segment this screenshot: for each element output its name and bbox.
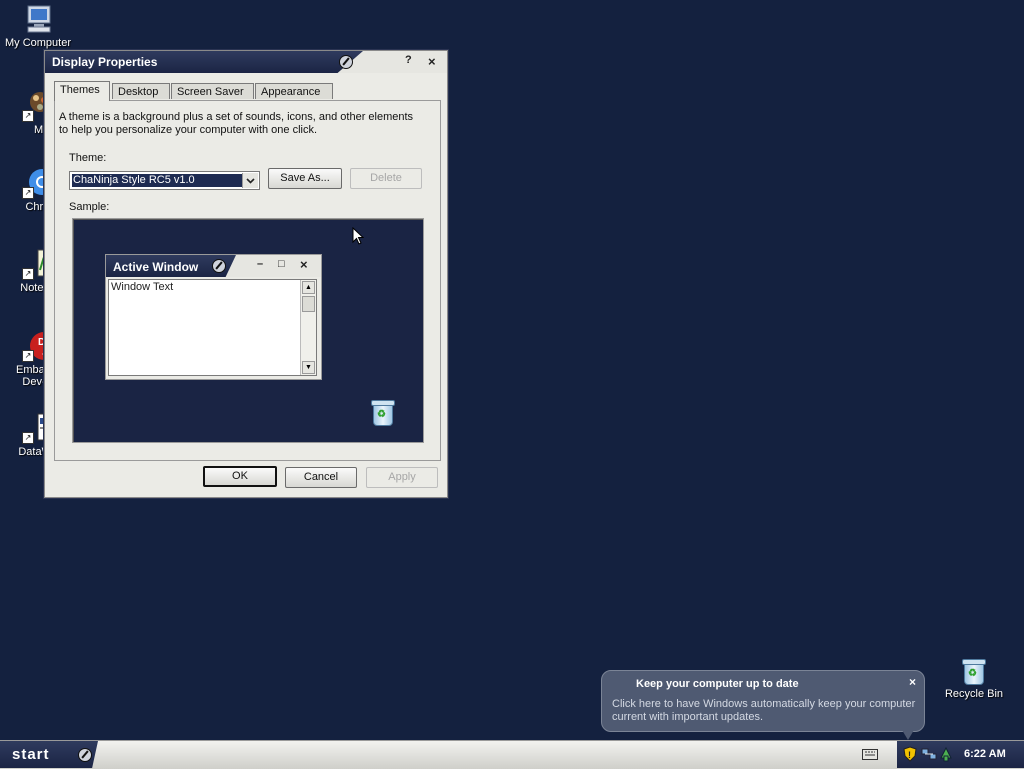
- start-label: start: [12, 746, 50, 763]
- balloon-title: Keep your computer up to date: [636, 678, 799, 690]
- apply-button[interactable]: Apply: [366, 467, 438, 488]
- sample-window-text: Window Text: [111, 281, 174, 293]
- svg-text:!: !: [908, 750, 911, 760]
- minimize-icon: –: [257, 258, 264, 270]
- delete-button[interactable]: Delete: [350, 168, 422, 189]
- theme-select-value: ChaNinja Style RC5 v1.0: [72, 174, 242, 187]
- sample-window-client: Window Text ▲ ▼: [108, 279, 317, 376]
- tab-desktop[interactable]: Desktop: [112, 83, 170, 99]
- update-notification-balloon[interactable]: Keep your computer up to date × Click he…: [601, 670, 925, 740]
- scroll-thumb: [302, 296, 315, 312]
- clock[interactable]: 6:22 AM: [964, 748, 1006, 760]
- maximize-icon: □: [278, 258, 285, 270]
- sample-scrollbar: ▲ ▼: [300, 280, 316, 375]
- start-button[interactable]: start: [0, 741, 98, 768]
- shortcut-arrow-icon: ↗: [22, 350, 34, 362]
- tab-themes[interactable]: Themes: [54, 81, 110, 101]
- update-icon[interactable]: [939, 746, 953, 765]
- theme-description: A theme is a background plus a set of so…: [59, 111, 414, 136]
- sample-window-title: Active Window: [113, 260, 199, 274]
- balloon-close-button[interactable]: ×: [909, 675, 916, 689]
- security-shield-icon[interactable]: !: [903, 746, 917, 765]
- skin-logo-icon: [212, 259, 226, 273]
- system-tray: ! 6:22 AM: [897, 741, 1024, 768]
- desktop-icon-label: My Computer: [4, 37, 72, 49]
- tab-screen-saver[interactable]: Screen Saver: [171, 83, 254, 99]
- cancel-button[interactable]: Cancel: [285, 467, 357, 488]
- display-properties-dialog: Display Properties ? × Themes Desktop Sc…: [44, 50, 448, 498]
- scroll-down-icon: ▼: [302, 361, 315, 374]
- chevron-down-icon[interactable]: [242, 173, 258, 188]
- close-button[interactable]: ×: [428, 54, 436, 69]
- help-button[interactable]: ?: [405, 54, 412, 66]
- shortcut-arrow-icon: ↗: [22, 187, 34, 199]
- skin-logo-icon: [339, 55, 353, 69]
- network-icon[interactable]: [921, 748, 937, 763]
- scroll-up-icon: ▲: [302, 281, 315, 294]
- mouse-cursor-icon: [352, 226, 365, 249]
- tab-appearance[interactable]: Appearance: [255, 83, 333, 99]
- save-as-button[interactable]: Save As...: [268, 168, 342, 189]
- sample-recycle-bin-icon: ♻: [370, 399, 395, 426]
- dialog-title: Display Properties: [52, 55, 158, 69]
- desktop-icon-recycle-bin[interactable]: ♻ Recycle Bin: [936, 658, 1012, 700]
- shortcut-arrow-icon: ↗: [22, 432, 34, 444]
- close-icon: ×: [300, 257, 308, 272]
- skin-logo-icon: [78, 748, 92, 762]
- recycle-bin-icon: ♻: [961, 658, 987, 686]
- title-bar[interactable]: Display Properties ? ×: [45, 51, 447, 73]
- balloon-body: Click here to have Windows automatically…: [612, 698, 916, 723]
- ok-button[interactable]: OK: [203, 466, 277, 487]
- computer-icon: [22, 3, 54, 35]
- desktop-icon-my-computer[interactable]: My Computer: [0, 3, 76, 49]
- sample-active-window: Active Window – □ × Window Text ▲ ▼: [105, 254, 322, 380]
- keyboard-icon[interactable]: [862, 748, 878, 760]
- theme-select[interactable]: ChaNinja Style RC5 v1.0: [69, 171, 260, 190]
- theme-sample-preview: Active Window – □ × Window Text ▲ ▼ ♻: [72, 218, 424, 443]
- theme-label: Theme:: [69, 152, 107, 164]
- shortcut-arrow-icon: ↗: [22, 268, 34, 280]
- desktop-icon-label: Recycle Bin: [944, 688, 1004, 700]
- taskbar: start ! 6:22 AM: [0, 740, 1024, 769]
- shortcut-arrow-icon: ↗: [22, 110, 34, 122]
- sample-label: Sample:: [69, 201, 110, 213]
- sample-title-bar: Active Window – □ ×: [106, 255, 321, 277]
